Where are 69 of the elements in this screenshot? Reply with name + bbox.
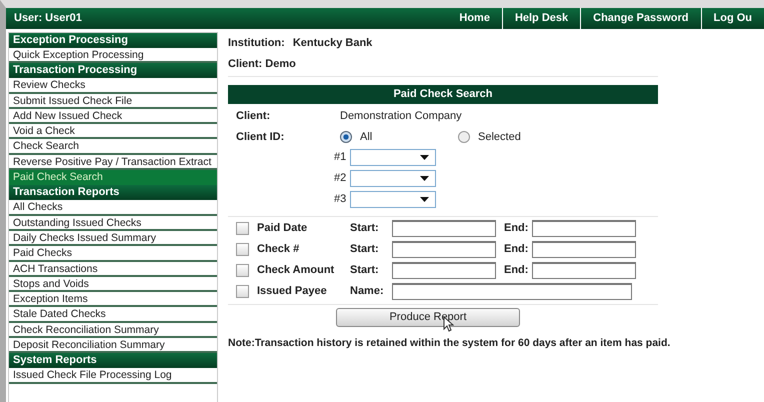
radio-button[interactable] <box>458 130 470 143</box>
nav-link[interactable]: Log Ou <box>700 8 764 29</box>
panel-title: Paid Check Search <box>228 85 658 104</box>
start-label: Start: <box>350 221 380 236</box>
user-label: User: User01 <box>13 11 83 26</box>
sidebar-section-header: System Reports <box>9 353 217 368</box>
sidebar-item[interactable]: Paid Check Search <box>9 170 217 186</box>
sidebar-item[interactable]: Issued Check File Processing Log <box>9 368 217 384</box>
sidebar-item[interactable]: Paid Checks <box>9 246 217 262</box>
note-text: Note:Transaction history is retained within the system for 60 days after an item has paid. <box>228 336 670 351</box>
radio-label: All <box>360 130 372 144</box>
dropdown-label: #1 <box>334 150 346 166</box>
sidebar-section-header: Transaction Reports <box>9 185 217 200</box>
end-field[interactable] <box>532 220 636 237</box>
name-label: Name: <box>350 284 385 300</box>
start-field[interactable] <box>392 220 496 237</box>
end-field[interactable] <box>532 262 636 279</box>
criteria-label: Issued Payee <box>257 284 328 300</box>
dropdown-field[interactable] <box>350 170 436 187</box>
sidebar-item[interactable]: ACH Transactions <box>9 262 217 277</box>
criteria-label: Check Amount <box>257 263 336 278</box>
checkbox[interactable] <box>236 243 249 256</box>
end-label: End: <box>504 263 530 278</box>
sidebar-item[interactable]: Stale Dated Checks <box>9 307 217 323</box>
criteria-label: Paid Date <box>257 221 308 236</box>
end-field[interactable] <box>532 241 636 258</box>
caret-icon <box>420 155 430 160</box>
checkbox[interactable] <box>236 285 249 298</box>
sidebar-item[interactable]: Outstanding Issued Checks <box>9 216 217 231</box>
start-label: Start: <box>350 263 380 278</box>
start-field[interactable] <box>392 241 496 258</box>
sidebar-item[interactable]: Void a Check <box>9 124 217 140</box>
client-label: Client: <box>236 109 272 124</box>
sidebar-item[interactable]: Add New Issued Check <box>9 108 217 124</box>
sidebar-item[interactable]: Exception Items <box>9 292 217 308</box>
nav-link[interactable]: Change Password <box>580 8 700 29</box>
sidebar-item[interactable]: Submit Issued Check File <box>9 94 217 109</box>
sidebar-item[interactable]: Review Checks <box>9 78 217 94</box>
start-label: Start: <box>350 242 380 258</box>
name-field[interactable] <box>392 283 632 300</box>
nav-link[interactable]: Help Desk <box>502 8 580 29</box>
checkbox[interactable] <box>236 264 249 277</box>
nav-link[interactable]: Home <box>447 8 502 29</box>
sidebar-section-header: Transaction Processing <box>9 63 217 78</box>
checkbox[interactable] <box>236 222 249 235</box>
client-value: Demonstration Company <box>340 109 462 124</box>
produce-report-button[interactable]: Produce Report <box>336 308 520 327</box>
sidebar-item[interactable]: All Checks <box>9 200 217 216</box>
criteria-label: Check # <box>257 242 300 258</box>
start-field[interactable] <box>392 262 496 279</box>
radio-button[interactable] <box>340 130 352 143</box>
sidebar-item[interactable]: Daily Checks Issued Summary <box>9 230 217 246</box>
caret-icon <box>420 176 430 181</box>
dropdown-field[interactable] <box>350 149 436 166</box>
dropdown-label: #2 <box>334 171 346 186</box>
dropdown-label: #3 <box>334 192 346 208</box>
client-name: Client: Demo <box>228 56 297 72</box>
dropdown-field[interactable] <box>350 191 436 208</box>
institution-label: Institution: <box>228 36 285 51</box>
end-label: End: <box>504 221 530 236</box>
sidebar-section-header: Exception Processing <box>9 33 217 48</box>
sidebar-item[interactable]: Check Reconciliation Summary <box>9 322 217 338</box>
institution-name: Kentucky Bank <box>292 36 372 51</box>
client-id-label: Client ID: <box>236 130 286 144</box>
caret-icon <box>420 197 430 202</box>
end-label: End: <box>504 242 530 258</box>
sidebar-item[interactable]: Check Search <box>9 139 217 155</box>
radio-label: Selected <box>478 130 521 144</box>
sidebar-item[interactable]: Stops and Voids <box>9 276 217 292</box>
